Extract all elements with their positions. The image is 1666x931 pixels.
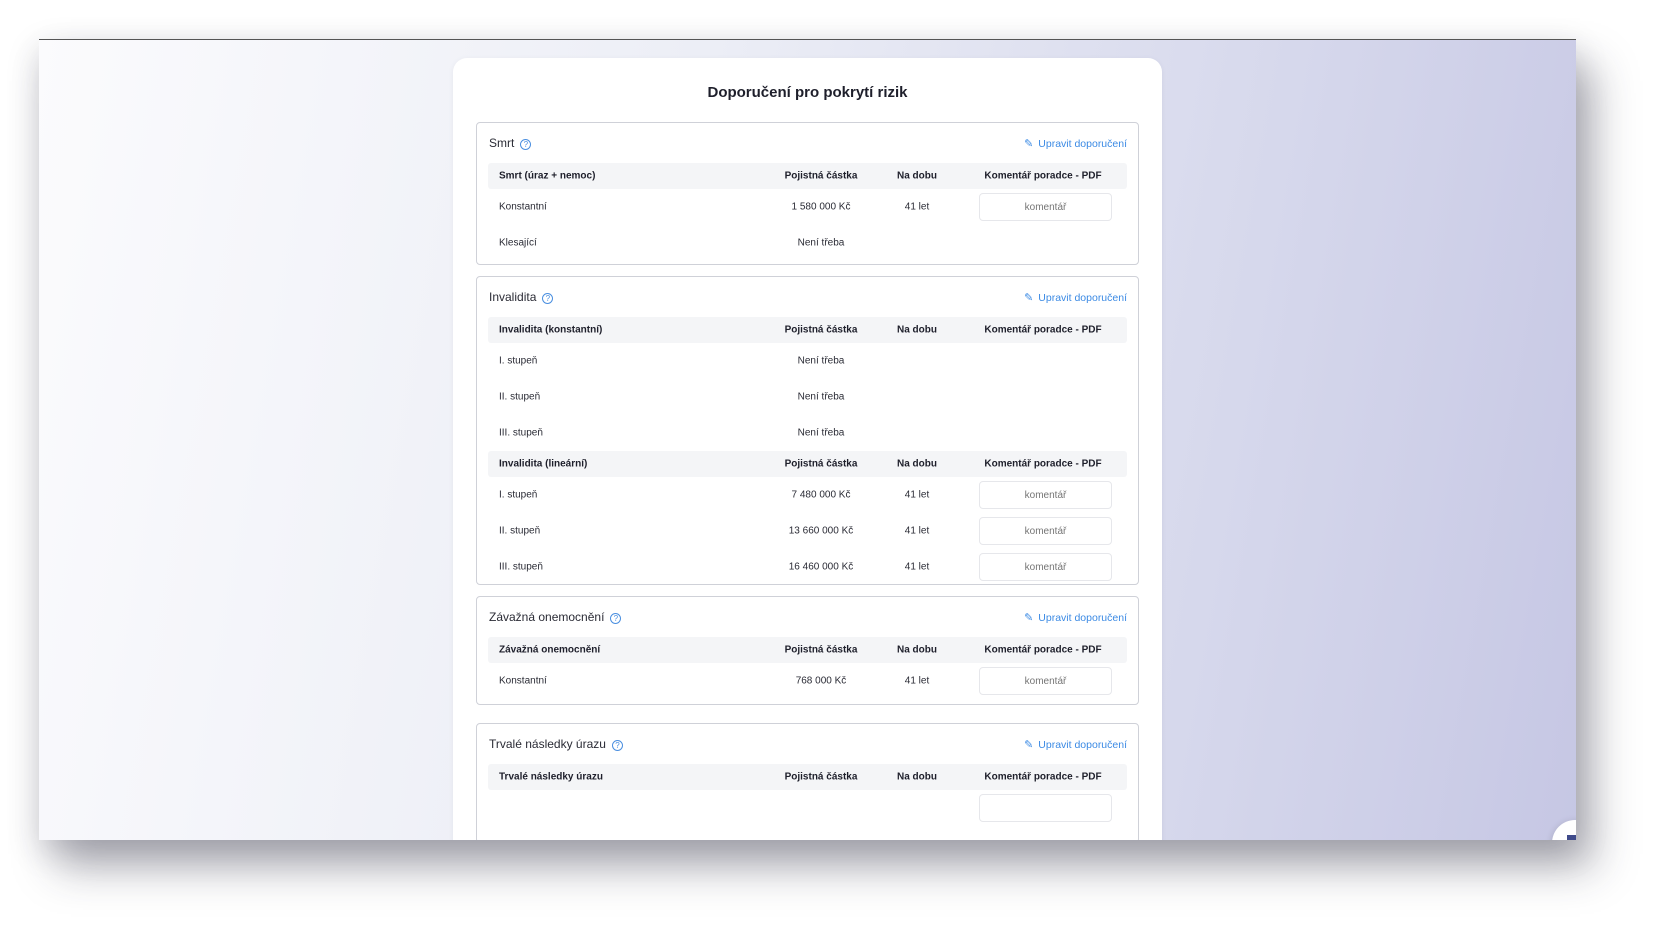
comment-input[interactable] xyxy=(979,553,1112,581)
edit-recommendation-link[interactable]: ✎ Upravit doporučení xyxy=(1024,137,1127,150)
row-label: Konstantní xyxy=(499,675,547,687)
header-label: Závažná onemocnění xyxy=(499,644,601,656)
edit-label: Upravit doporučení xyxy=(1038,739,1127,751)
row-label: II. stupeň xyxy=(499,391,541,403)
table-header: Trvalé následky úrazu Pojistná částka Na… xyxy=(488,764,1127,790)
section-title: Smrt xyxy=(489,136,515,150)
row-period: 41 let xyxy=(904,561,930,573)
header-amount: Pojistná částka xyxy=(784,644,858,656)
browser-viewport: Doporučení pro pokrytí rizik Smrt? ✎ Upra… xyxy=(39,39,1576,840)
header-period: Na dobu xyxy=(897,644,937,656)
table-row: III. stupeň Není třeba xyxy=(488,415,1127,451)
row-label: Konstantní xyxy=(499,201,547,213)
chat-bubble-icon xyxy=(1567,835,1576,840)
header-period: Na dobu xyxy=(897,170,937,182)
row-amount: Není třeba xyxy=(797,355,845,367)
row-label: III. stupeň xyxy=(499,561,543,573)
section-header: Závažná onemocnění? ✎ Upravit doporučení xyxy=(477,597,1138,637)
comment-input[interactable] xyxy=(979,517,1112,545)
table-row xyxy=(488,790,1127,826)
section-title: Závažná onemocnění xyxy=(489,610,605,624)
edit-recommendation-link[interactable]: ✎ Upravit doporučení xyxy=(1024,611,1127,624)
table-header: Invalidita (konstantní) Pojistná částka … xyxy=(488,317,1127,343)
question-circle-icon[interactable]: ? xyxy=(610,613,622,624)
header-period: Na dobu xyxy=(897,324,937,336)
header-period: Na dobu xyxy=(897,771,937,783)
table-row: Konstantní 1 580 000 Kč 41 let xyxy=(488,189,1127,225)
row-label: Klesající xyxy=(499,237,537,249)
header-comment: Komentář poradce - PDF xyxy=(984,771,1102,783)
pencil-icon: ✎ xyxy=(1024,612,1034,624)
row-label: I. stupeň xyxy=(499,489,538,501)
header-amount: Pojistná částka xyxy=(784,324,858,336)
header-period: Na dobu xyxy=(897,458,937,470)
question-circle-icon[interactable]: ? xyxy=(520,139,532,150)
row-period: 41 let xyxy=(904,201,930,213)
recommendation-card: Doporučení pro pokrytí rizik Smrt? ✎ Upra… xyxy=(453,58,1162,840)
section-title: Trvalé následky úrazu xyxy=(489,737,606,751)
row-amount: 7 480 000 Kč xyxy=(791,489,851,501)
row-amount: Není třeba xyxy=(797,391,845,403)
comment-input[interactable] xyxy=(979,193,1112,221)
header-label: Smrt (úraz + nemoc) xyxy=(499,170,596,182)
header-comment: Komentář poradce - PDF xyxy=(984,170,1102,182)
header-amount: Pojistná částka xyxy=(784,170,858,182)
section-header: Trvalé následky úrazu? ✎ Upravit doporuče… xyxy=(477,724,1138,764)
pencil-icon: ✎ xyxy=(1024,739,1034,751)
header-amount: Pojistná částka xyxy=(784,771,858,783)
row-label: II. stupeň xyxy=(499,525,541,537)
table-row: III. stupeň 16 460 000 Kč 41 let xyxy=(488,549,1127,585)
header-comment: Komentář poradce - PDF xyxy=(984,644,1102,656)
header-label: Invalidita (lineární) xyxy=(499,458,588,470)
section-serious-illness: Závažná onemocnění? ✎ Upravit doporučení … xyxy=(476,596,1139,705)
row-amount: Není třeba xyxy=(797,427,845,439)
row-period: 41 let xyxy=(904,525,930,537)
edit-recommendation-link[interactable]: ✎ Upravit doporučení xyxy=(1024,291,1127,304)
table-row: Klesající Není třeba xyxy=(488,225,1127,261)
table-row: I. stupeň 7 480 000 Kč 41 let xyxy=(488,477,1127,513)
comment-input[interactable] xyxy=(979,481,1112,509)
section-permanent-injury: Trvalé následky úrazu? ✎ Upravit doporuče… xyxy=(476,723,1139,840)
row-amount: 13 660 000 Kč xyxy=(788,525,854,537)
edit-label: Upravit doporučení xyxy=(1038,292,1127,304)
comment-input[interactable] xyxy=(979,667,1112,695)
table-header: Smrt (úraz + nemoc) Pojistná částka Na d… xyxy=(488,163,1127,189)
row-label: III. stupeň xyxy=(499,427,543,439)
header-comment: Komentář poradce - PDF xyxy=(984,458,1102,470)
table-header: Invalidita (lineární) Pojistná částka Na… xyxy=(488,451,1127,477)
edit-recommendation-link[interactable]: ✎ Upravit doporučení xyxy=(1024,738,1127,751)
pencil-icon: ✎ xyxy=(1024,292,1034,304)
header-amount: Pojistná částka xyxy=(784,458,858,470)
row-amount: 16 460 000 Kč xyxy=(788,561,854,573)
row-amount: 1 580 000 Kč xyxy=(791,201,851,213)
section-header: Smrt? ✎ Upravit doporučení xyxy=(477,123,1138,163)
row-label: I. stupeň xyxy=(499,355,538,367)
page-title: Doporučení pro pokrytí rizik xyxy=(707,84,908,101)
row-amount: Není třeba xyxy=(797,237,845,249)
question-circle-icon[interactable]: ? xyxy=(611,740,623,751)
edit-label: Upravit doporučení xyxy=(1038,612,1127,624)
section-disability: Invalidita? ✎ Upravit doporučení Invalidi… xyxy=(476,276,1139,585)
row-amount: 768 000 Kč xyxy=(795,675,847,687)
header-comment: Komentář poradce - PDF xyxy=(984,324,1102,336)
row-period: 41 let xyxy=(904,675,930,687)
question-circle-icon[interactable]: ? xyxy=(542,293,554,304)
edit-label: Upravit doporučení xyxy=(1038,138,1127,150)
header-label: Invalidita (konstantní) xyxy=(499,324,603,336)
pencil-icon: ✎ xyxy=(1024,138,1034,150)
section-title: Invalidita xyxy=(489,290,537,304)
table-row: II. stupeň 13 660 000 Kč 41 let xyxy=(488,513,1127,549)
header-label: Trvalé následky úrazu xyxy=(499,771,603,783)
section-header: Invalidita? ✎ Upravit doporučení xyxy=(477,277,1138,317)
section-death: Smrt? ✎ Upravit doporučení Smrt (úraz + n… xyxy=(476,122,1139,265)
row-period: 41 let xyxy=(904,489,930,501)
table-row: I. stupeň Není třeba xyxy=(488,343,1127,379)
table-row: Konstantní 768 000 Kč 41 let xyxy=(488,663,1127,699)
table-header: Závažná onemocnění Pojistná částka Na do… xyxy=(488,637,1127,663)
comment-input[interactable] xyxy=(979,794,1112,822)
chat-button[interactable] xyxy=(1552,820,1576,840)
table-row: II. stupeň Není třeba xyxy=(488,379,1127,415)
